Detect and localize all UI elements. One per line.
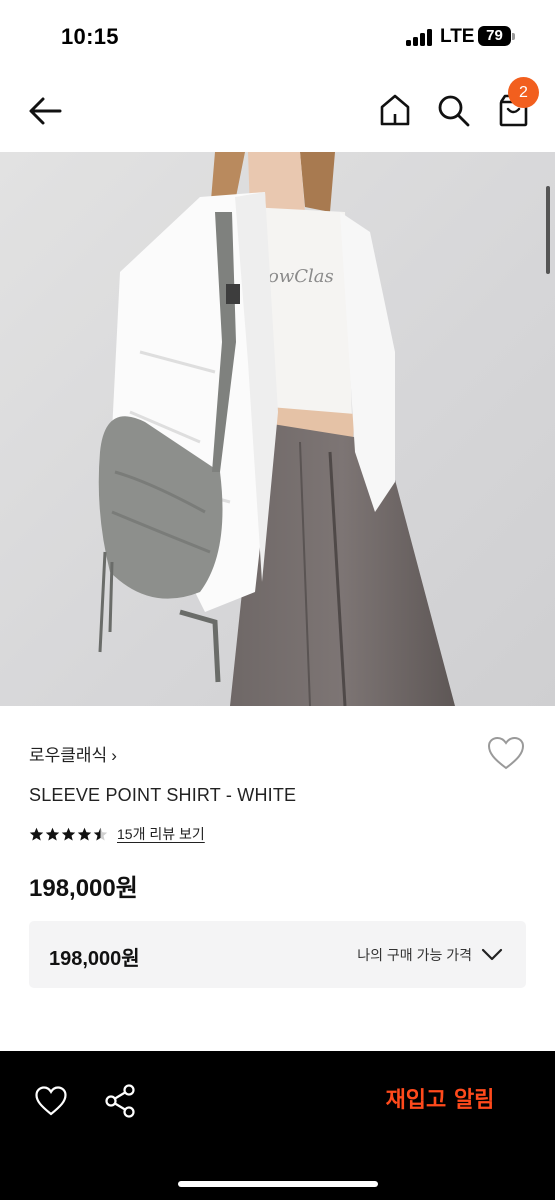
star-icon [29,827,44,840]
status-bar: 10:15 LTE 79 [0,0,555,70]
brand-link[interactable]: 로우클래식 › [29,741,117,766]
chevron-right-icon: › [111,746,117,765]
review-link[interactable]: 15개 리뷰 보기 [117,824,205,844]
signal-icon [406,29,434,46]
purchasable-price-box[interactable]: 198,000원 나의 구매 가능 가격 [29,921,526,988]
heart-outline-icon[interactable] [486,735,526,771]
rating-row: 15개 리뷰 보기 [29,823,205,845]
star-icon [77,827,92,840]
heart-outline-icon[interactable] [34,1085,68,1117]
share-icon[interactable] [103,1083,137,1119]
home-indicator [178,1181,378,1187]
star-icon [93,827,108,840]
bottom-action-bar: 재입고 알림 [0,1051,555,1200]
svg-text:owClas: owClas [268,266,334,287]
top-nav: 2 [0,70,555,152]
search-icon[interactable] [435,92,471,128]
chevron-down-icon[interactable] [481,945,503,963]
purchasable-price-label: 나의 구매 가능 가격 [357,947,472,963]
star-rating [29,827,108,842]
star-icon [61,827,76,840]
product-price: 198,000원 [29,875,138,902]
product-image[interactable]: owClas [0,152,555,706]
cart-count-badge: 2 [508,77,539,108]
battery-icon: 79 [478,26,515,46]
product-title: SLEEVE POINT SHIRT - WHITE [29,785,297,805]
purchasable-price-value: 198,000원 [49,948,140,970]
battery-level: 79 [478,26,511,46]
arrow-left-icon[interactable] [26,92,64,130]
restock-alert-button[interactable]: 재입고 알림 [360,1081,520,1121]
status-time: 10:15 [61,24,119,49]
scrollbar[interactable] [546,186,550,274]
brand-name: 로우클래식 [29,746,108,765]
home-icon[interactable] [377,92,413,128]
product-photo: owClas [0,152,555,706]
star-icon [45,827,60,840]
network-label: LTE [440,26,475,47]
